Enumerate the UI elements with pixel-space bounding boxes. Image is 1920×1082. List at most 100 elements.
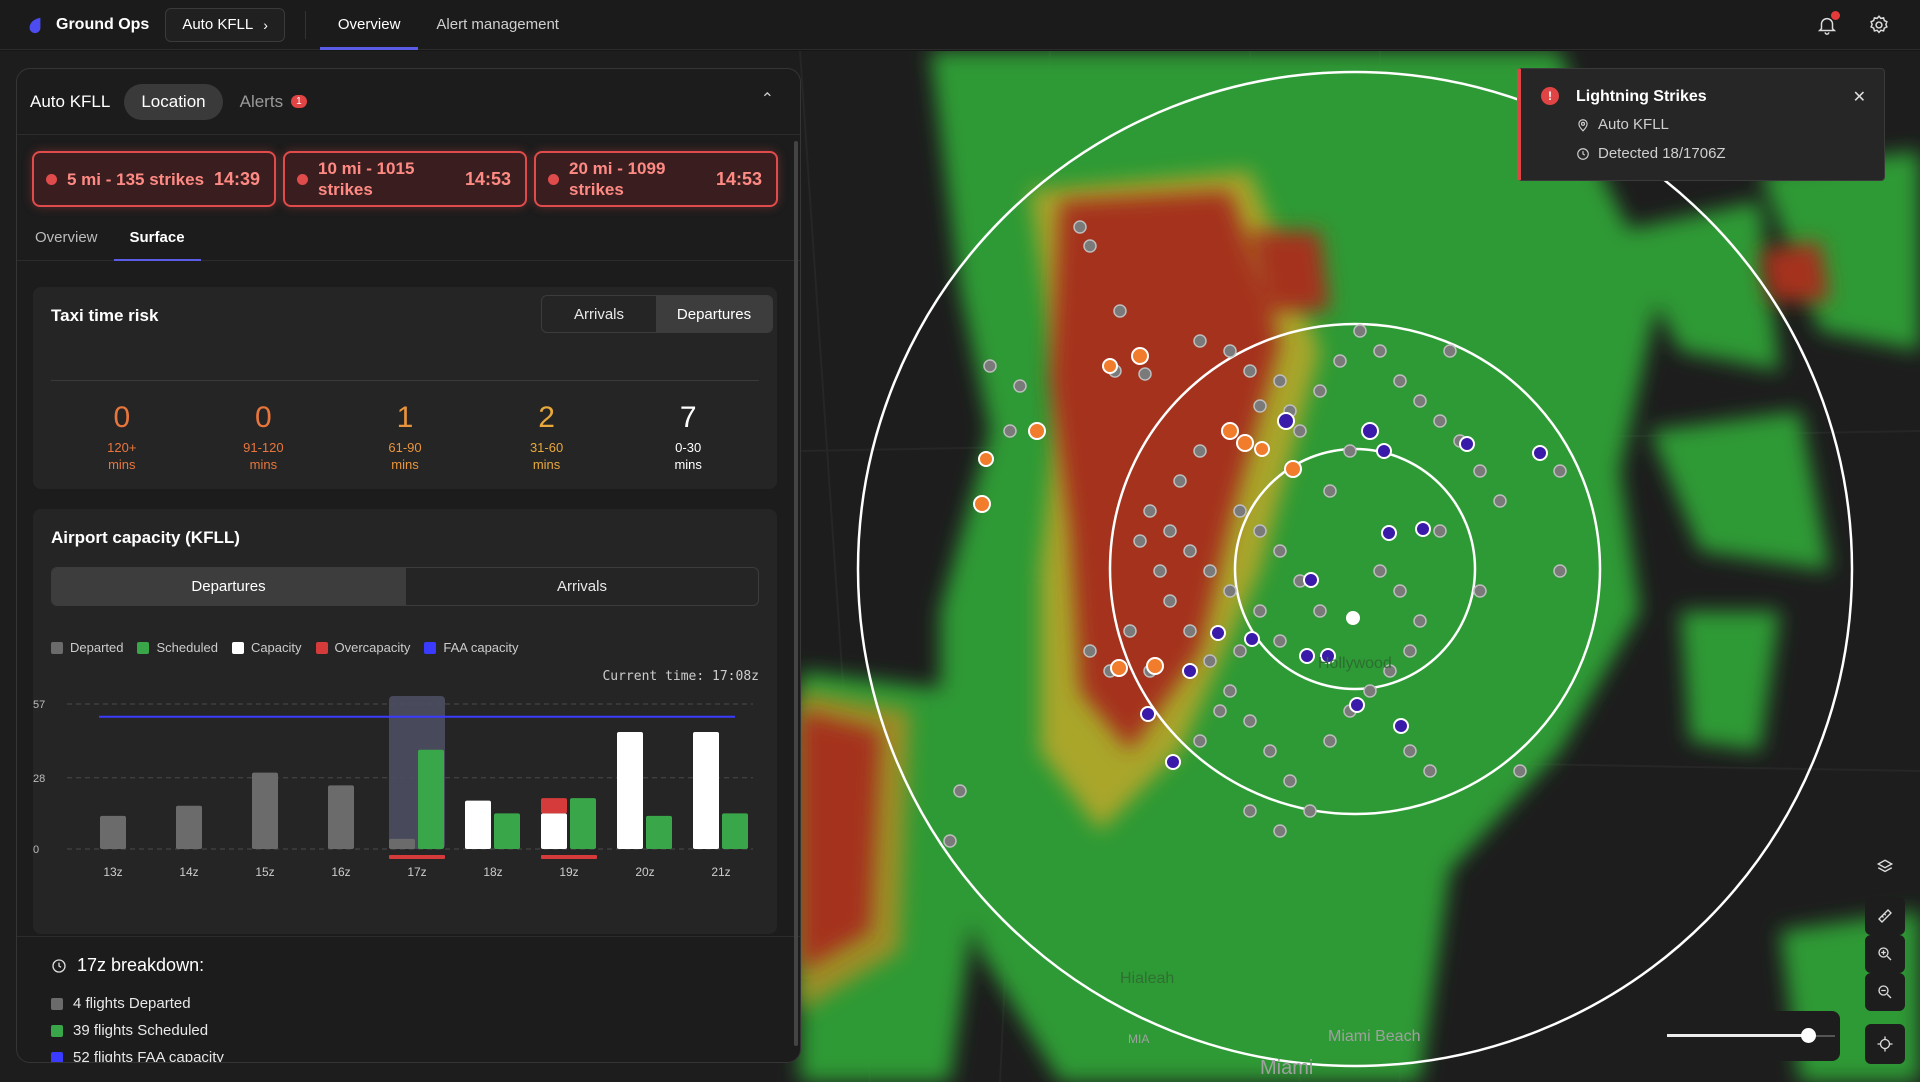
risk-bucket: 2 31-60 mins [476,401,618,473]
x-tick-label: 20z [635,865,654,879]
brand-logo-icon [29,17,41,33]
chart-legend: Departed Scheduled Capacity Overcapacity FAA… [51,640,533,655]
close-icon[interactable]: ✕ [1853,87,1866,107]
toggle-arrivals[interactable]: Arrivals [405,568,758,605]
panel-title: Auto KFLL [30,91,111,111]
zoom-out-icon[interactable] [1865,973,1905,1011]
location-selector-button[interactable]: Auto KFLL › [165,7,285,42]
toggle-departures[interactable]: Departures [656,296,772,332]
capacity-chart: 0 28 57 13z 14z 15z 16z 17z 18z 19z 20z 21z [33,696,753,879]
risk-count: 0 [113,401,131,434]
overcapacity-marker [389,855,445,859]
strike-time: 14:53 [715,168,762,189]
strike-summary: 5 mi - 135 strikes 14:39 10 mi - 1015 str… [17,135,800,207]
settings-gear-icon[interactable] [1868,14,1890,36]
subtab-label: Surface [129,229,185,246]
bar-scheduled [418,749,444,849]
overcapacity-marker [541,855,597,859]
strike-label: 20 mi - 1099 strikes [569,159,666,199]
airport-pin-icon[interactable] [1346,611,1360,625]
legend-item: Overcapacity [315,640,410,655]
risk-unit: mins [391,457,419,472]
bar-capacity [617,731,643,849]
tab-alerts[interactable]: Alerts 1 [223,84,324,120]
bar-departed [252,772,278,849]
toast-title: Lightning Strikes [1576,88,1707,105]
strike-card-5mi[interactable]: 5 mi - 135 strikes 14:39 [32,151,276,207]
airport-capacity-card: Airport capacity (KFLL) Departures Arriv… [33,509,777,934]
bar-departed [389,838,415,849]
risk-count: 1 [396,401,414,434]
breakdown-title: 17z breakdown: [77,955,205,975]
breakdown-title-row: 17z breakdown: [51,955,800,976]
subtab-surface[interactable]: Surface [113,215,201,261]
chevron-right-icon: › [263,16,268,33]
panel-scrollbar[interactable] [794,141,798,1046]
risk-bucket: 7 0-30 mins [617,401,759,473]
brand[interactable]: Ground Ops [26,16,149,34]
zoom-in-icon[interactable] [1865,935,1905,973]
risk-count: 7 [679,401,697,434]
alert-dot-icon [548,173,559,185]
clock-icon [52,958,66,973]
map-label-hollywood: Hollywood [1318,655,1392,672]
legend-label: Capacity [250,640,302,655]
strike-label: 10 mi - 1015 strikes [318,159,415,199]
bar-scheduled [570,798,596,849]
divider [304,10,306,39]
x-tick-label: 16z [331,865,350,879]
strike-time: 14:39 [213,168,260,189]
current-time: Current time: 17:08z [602,669,759,684]
capacity-direction-toggle: Departures Arrivals [51,567,759,606]
location-selector-label: Auto KFLL [182,16,254,33]
legend-item: FAA capacity [424,640,519,655]
x-tick-label: 15z [255,865,274,879]
toggle-departures[interactable]: Departures [52,568,405,605]
subtab-label: Overview [35,229,98,246]
legend-label: FAA capacity [443,640,519,655]
nav-tab-alert-management[interactable]: Alert management [418,0,577,50]
strike-time: 14:53 [464,168,511,189]
y-tick-label: 57 [33,699,45,711]
risk-bucket: 0 91-120 mins [193,401,335,473]
breakdown-item: 52 flights FAA capacity [51,1044,800,1062]
alert-icon: ! [1541,87,1559,105]
map-label-miami: Miami [1260,1057,1314,1079]
toggle-arrivals[interactable]: Arrivals [542,296,656,332]
alert-dot-icon [297,173,308,185]
lightning-alert-toast[interactable]: ! Lightning Strikes Auto KFLL Detected 1… [1517,68,1885,181]
recenter-icon[interactable] [1865,1024,1905,1064]
risk-unit: mins [249,457,278,472]
alerts-count-badge: 1 [291,95,307,108]
notifications-bell-icon[interactable] [1816,11,1840,36]
strike-label: 5 mi - 135 strikes [67,169,205,189]
breakdown-label: 4 flights Departed [73,995,191,1012]
radar-opacity-slider[interactable] [1655,1011,1840,1061]
nav-tab-overview[interactable]: Overview [319,0,419,50]
legend-swatch [51,641,63,654]
location-pin-icon [1578,118,1588,132]
risk-count: 2 [538,401,555,434]
tab-location[interactable]: Location [124,83,223,120]
taxi-time-risk-card: Taxi time risk Arrivals Departures 0 120+… [33,287,777,489]
legend-item: Capacity [231,640,302,655]
brand-name: Ground Ops [56,15,150,33]
collapse-chevron-up-icon[interactable]: ⌃ [761,89,774,109]
strike-card-20mi[interactable]: 20 mi - 1099 strikes 14:53 [534,151,778,207]
x-tick-label: 18z [483,865,502,879]
toast-detected: Detected 18/1706Z [1598,145,1726,162]
map-label-mia: MIA [1128,1032,1150,1046]
subtab-overview[interactable]: Overview [19,215,114,260]
top-bar: Ground Ops Auto KFLL › Overview Alert ma… [0,0,1920,50]
strike-card-10mi[interactable]: 10 mi - 1015 strikes 14:53 [283,151,527,207]
capacity-title: Airport capacity (KFLL) [51,528,240,547]
bar-scheduled [494,813,520,849]
hour-breakdown: 17z breakdown: 4 flights Departed 39 flig… [17,936,800,1062]
toast-location: Auto KFLL [1598,116,1669,133]
ruler-icon[interactable] [1865,897,1905,935]
slider-handle[interactable] [1801,1028,1816,1043]
layers-icon[interactable] [1865,848,1905,886]
risk-unit: mins [674,457,702,472]
legend-swatch [231,641,244,654]
breakdown-list: 4 flights Departed 39 flights Scheduled 52… [51,990,800,1062]
